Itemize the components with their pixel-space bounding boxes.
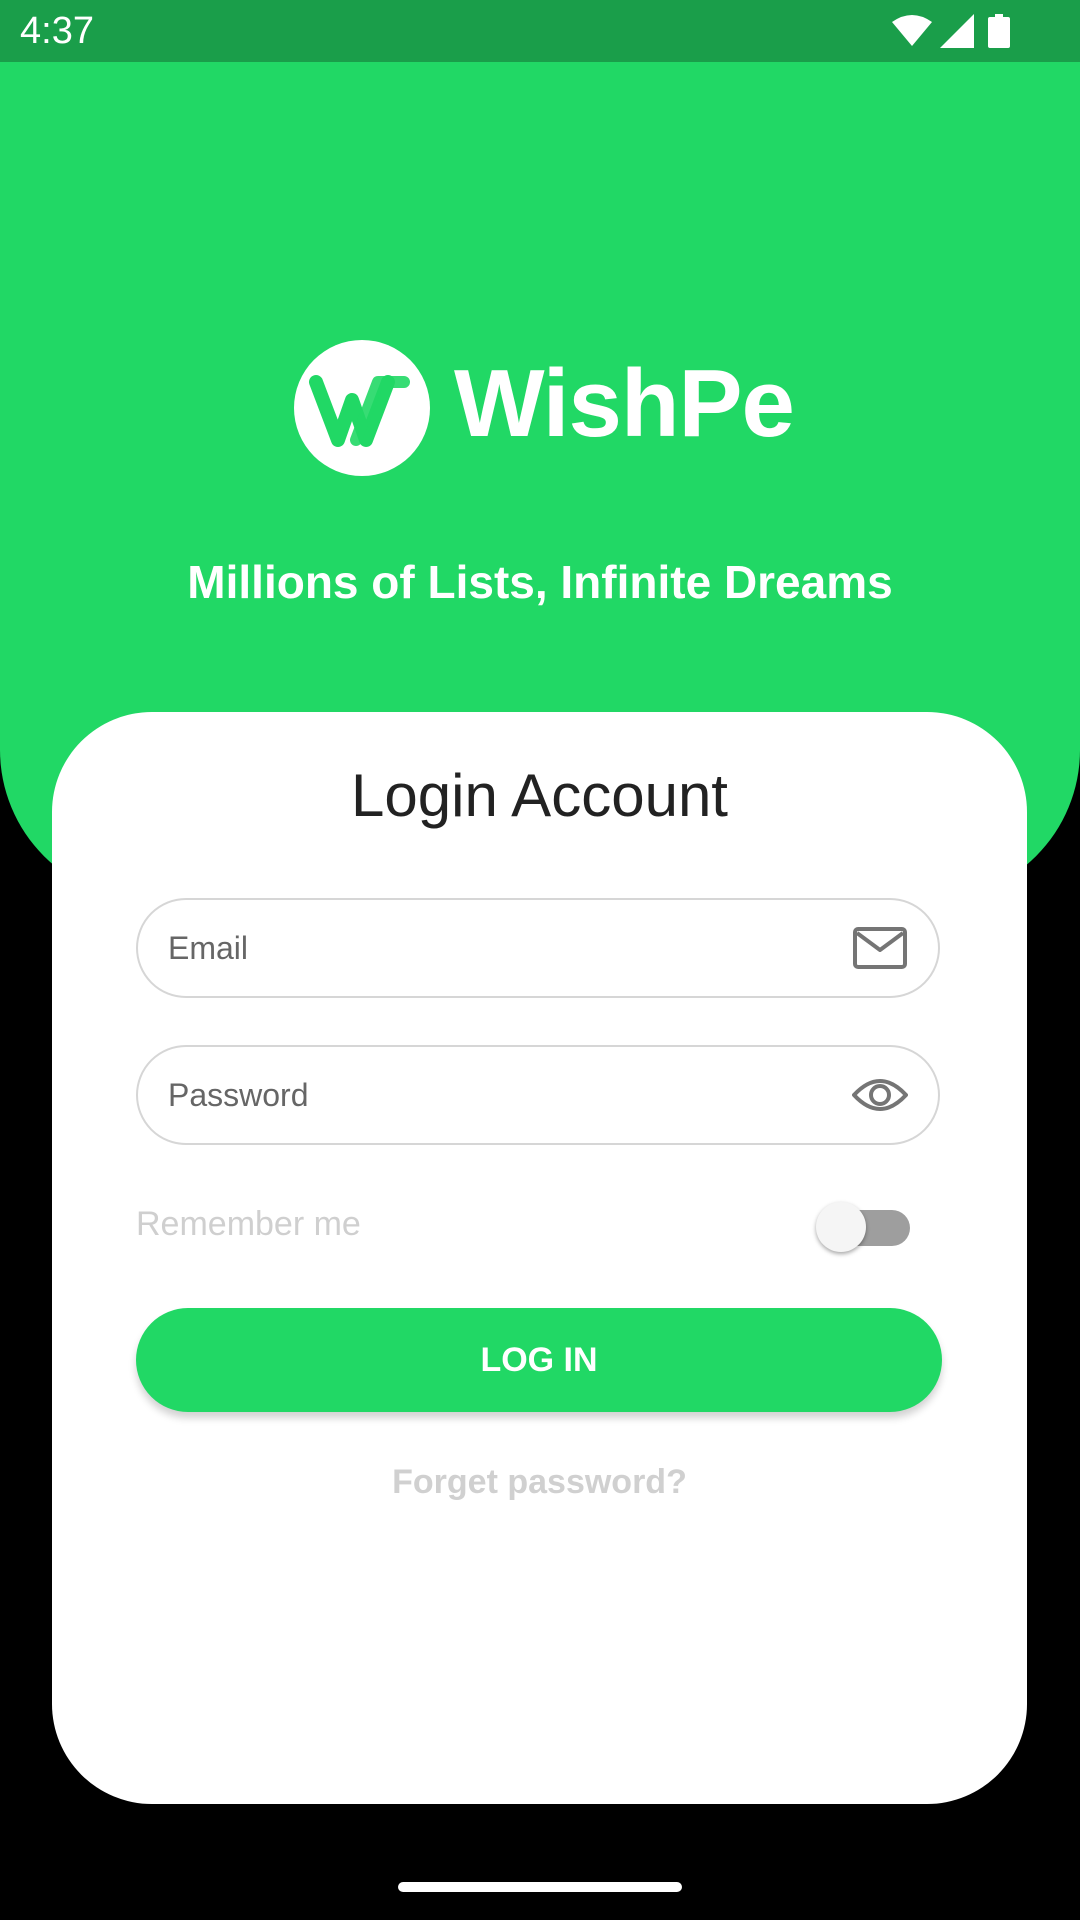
email-input[interactable] xyxy=(168,900,808,996)
login-title: Login Account xyxy=(351,762,728,829)
login-button[interactable]: LOG IN xyxy=(136,1308,942,1412)
wifi-icon xyxy=(892,15,932,46)
status-bar: 4:37 xyxy=(0,0,1080,62)
wishpe-logo: WishPe xyxy=(294,340,795,476)
battery-icon xyxy=(988,14,1010,48)
tagline: Millions of Lists, Infinite Dreams xyxy=(187,556,893,608)
envelope-icon xyxy=(853,927,907,969)
status-time: 4:37 xyxy=(20,10,94,52)
brand-name: WishPe xyxy=(454,350,795,457)
home-indicator[interactable] xyxy=(398,1882,682,1892)
login-card: Login Account Remember me LOG IN Forget … xyxy=(52,712,1027,1804)
toggle-thumb xyxy=(816,1202,866,1252)
remember-me-label: Remember me xyxy=(136,1205,361,1243)
email-field[interactable] xyxy=(136,898,940,998)
remember-me-toggle[interactable] xyxy=(816,1200,912,1252)
password-input[interactable] xyxy=(168,1047,808,1143)
forgot-password-link[interactable]: Forget password? xyxy=(52,1460,1027,1504)
password-field[interactable] xyxy=(136,1045,940,1145)
wishpe-logo-mark-icon xyxy=(294,340,430,476)
eye-icon[interactable] xyxy=(852,1071,908,1119)
cellular-signal-icon xyxy=(940,14,974,48)
